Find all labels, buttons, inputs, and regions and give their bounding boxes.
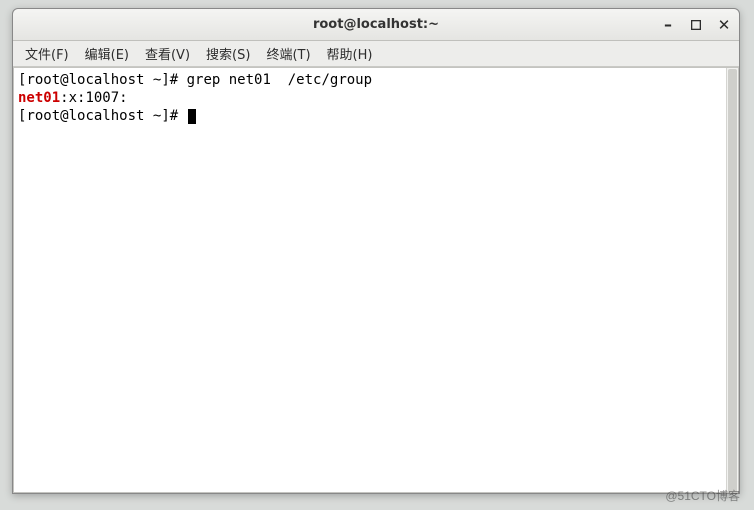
close-button[interactable]: ✕	[715, 16, 733, 34]
menu-terminal[interactable]: 终端(T)	[258, 41, 318, 66]
prompt-bracket: ]	[161, 72, 169, 88]
prompt-userhost: root@localhost	[26, 72, 144, 88]
prompt-hash: #	[170, 72, 187, 88]
terminal-window: root@localhost:~ – ✕ 文件(F) 编辑(E) 查看(V) 搜…	[12, 8, 740, 494]
prompt-bracket: ]	[161, 108, 169, 124]
menu-view[interactable]: 查看(V)	[137, 41, 198, 66]
window-title: root@localhost:~	[13, 17, 739, 32]
grep-match: net01	[18, 90, 60, 106]
maximize-button[interactable]	[687, 16, 705, 34]
output-text: :x:1007:	[60, 90, 127, 106]
prompt-path: ~	[144, 108, 161, 124]
window-controls: – ✕	[659, 16, 733, 34]
minimize-button[interactable]: –	[659, 16, 677, 34]
prompt-path: ~	[144, 72, 161, 88]
menubar: 文件(F) 编辑(E) 查看(V) 搜索(S) 终端(T) 帮助(H)	[13, 41, 739, 67]
watermark: @51CTO博客	[665, 487, 740, 504]
prompt-userhost: root@localhost	[26, 108, 144, 124]
scrollbar[interactable]	[726, 68, 738, 492]
menu-search[interactable]: 搜索(S)	[198, 41, 258, 66]
menu-help[interactable]: 帮助(H)	[319, 41, 381, 66]
menu-file[interactable]: 文件(F)	[17, 41, 77, 66]
terminal-area[interactable]: [root@localhost ~]# grep net01 /etc/grou…	[14, 68, 738, 492]
command-text: grep net01 /etc/group	[187, 72, 372, 88]
titlebar[interactable]: root@localhost:~ – ✕	[13, 9, 739, 41]
prompt-hash: #	[170, 108, 187, 124]
terminal-frame: [root@localhost ~]# grep net01 /etc/grou…	[13, 67, 739, 493]
menu-edit[interactable]: 编辑(E)	[77, 41, 137, 66]
scrollbar-thumb[interactable]	[728, 69, 737, 492]
terminal-cursor	[188, 109, 196, 124]
